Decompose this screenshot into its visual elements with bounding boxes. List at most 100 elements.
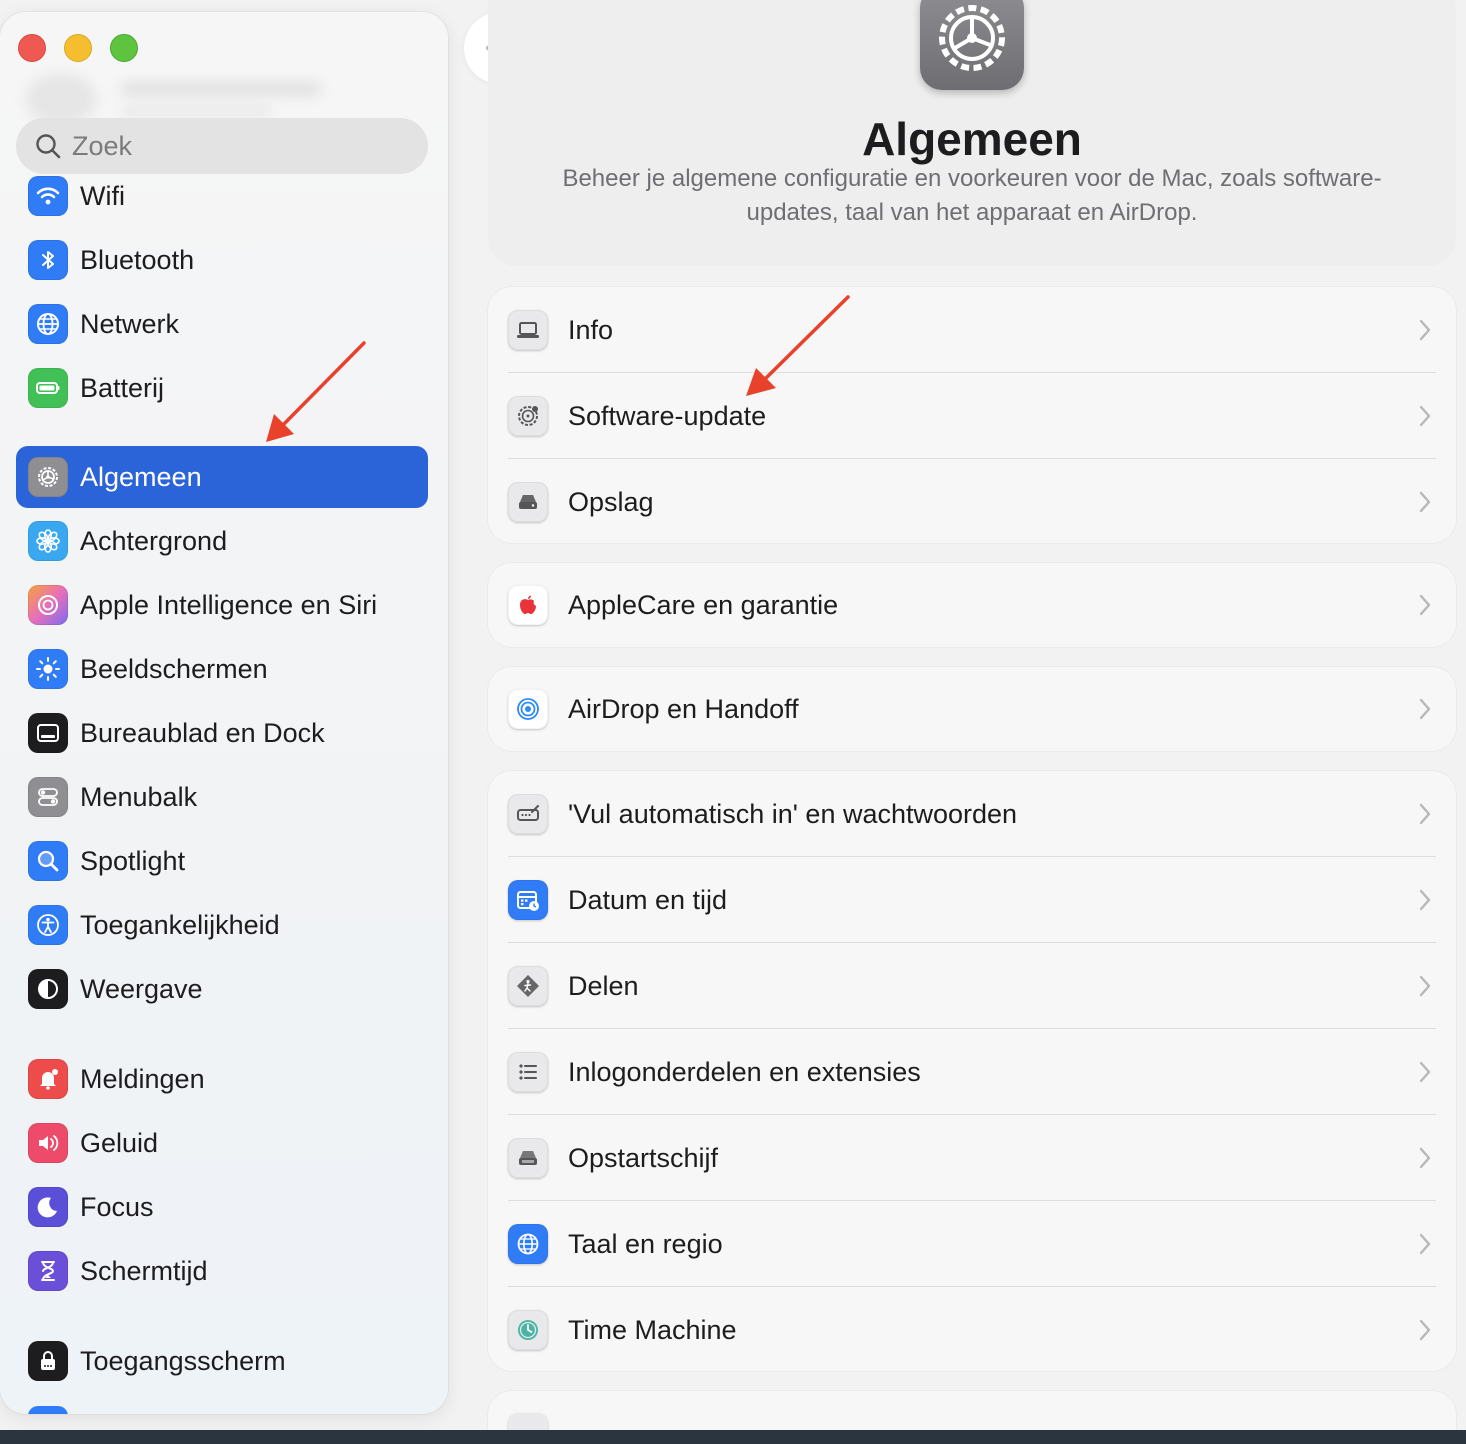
sidebar-item-label: Wifi [80, 180, 125, 211]
sidebar-item-algemeen[interactable]: Algemeen [16, 446, 428, 508]
disk-icon [508, 1138, 548, 1178]
chevron-right-icon [1419, 1147, 1431, 1169]
row-opslag[interactable]: Opslag [488, 459, 1456, 545]
chevron-right-icon [1419, 1319, 1431, 1341]
row-delen[interactable]: Delen [488, 943, 1456, 1029]
sidebar-item-label: Meldingen [80, 1063, 205, 1094]
chevron-right-icon [1419, 975, 1431, 997]
row-label: Delen [568, 970, 639, 1001]
sidebar-item-label: Menubalk [80, 781, 198, 812]
row-taal-regio[interactable]: Taal en regio [488, 1201, 1456, 1287]
sidebar-item-focus[interactable]: Focus [16, 1176, 428, 1238]
magnifier-icon [28, 841, 68, 881]
sidebar-item-label: Toegankelijkheid [80, 909, 280, 940]
page-title: Algemeen [862, 113, 1082, 165]
siri-icon [28, 585, 68, 625]
bluetooth-icon [28, 240, 68, 280]
sidebar-item-label: Algemeen [80, 461, 202, 492]
sidebar-item-label: Schermtijd [80, 1255, 208, 1286]
autofill-icon [508, 794, 548, 834]
minimize-button[interactable] [64, 34, 92, 62]
sidebar-item-bureaublad-dock[interactable]: Bureaublad en Dock [16, 702, 428, 764]
sidebar-item-netwerk[interactable]: Netwerk [16, 293, 428, 355]
row-label: Opslag [568, 486, 654, 517]
sidebar-item-apple-intelligence[interactable]: Apple Intelligence en Siri [16, 574, 428, 636]
row-label: Inlogonderdelen en extensies [568, 1056, 921, 1087]
toggles-icon [28, 777, 68, 817]
globe-icon [28, 304, 68, 344]
sidebar-item-beeldschermen[interactable]: Beeldschermen [16, 638, 428, 700]
sharing-icon [508, 966, 548, 1006]
sidebar-item-label: Bureaublad en Dock [80, 717, 325, 748]
page-description: Beheer je algemene configuratie en voork… [562, 165, 1382, 226]
speaker-icon [28, 1123, 68, 1163]
battery-icon [28, 368, 68, 408]
row-label: Opstartschijf [568, 1142, 719, 1173]
account-blurred[interactable] [26, 74, 326, 124]
row-label: Software-update [568, 400, 767, 431]
search-icon [36, 134, 61, 159]
settings-group-airdrop: AirDrop en Handoff [488, 667, 1456, 751]
sidebar-item-meldingen[interactable]: Meldingen [16, 1048, 428, 1110]
hourglass-icon [28, 1251, 68, 1291]
accessibility-icon [28, 905, 68, 945]
row-inlogonderdelen[interactable]: Inlogonderdelen en extensies [488, 1029, 1456, 1115]
row-opstartschijf[interactable]: Opstartschijf [488, 1115, 1456, 1201]
row-time-machine[interactable]: Time Machine [488, 1287, 1456, 1373]
row-label: Datum en tijd [568, 884, 728, 915]
list-icon [508, 1052, 548, 1092]
sidebar: Zoek Wifi Bluetooth Netwerk Batterij Alg… [0, 12, 448, 1414]
settings-group-system: Info Software-update Opslag [488, 287, 1456, 543]
row-software-update[interactable]: Software-update [488, 373, 1456, 459]
row-applecare[interactable]: AppleCare en garantie [488, 562, 1456, 648]
sidebar-item-toegangsscherm[interactable]: Toegangsscherm [16, 1330, 428, 1392]
sidebar-item-label: Toegangsscherm [80, 1345, 286, 1376]
sidebar-item-wifi[interactable]: Wifi [16, 165, 428, 227]
sidebar-item-achtergrond[interactable]: Achtergrond [16, 510, 428, 572]
desktop-background-strip [0, 1430, 1466, 1444]
row-label: Time Machine [568, 1314, 737, 1345]
globe-icon [508, 1224, 548, 1264]
settings-group-applecare: AppleCare en garantie [488, 563, 1456, 647]
row-label: Info [568, 314, 614, 345]
row-autofill-passwords[interactable]: 'Vul automatisch in' en wachtwoorden [488, 771, 1456, 857]
sidebar-item-weergave[interactable]: Weergave [16, 958, 428, 1020]
row-label: 'Vul automatisch in' en wachtwoorden [568, 798, 1018, 829]
dock-icon [28, 713, 68, 753]
sidebar-item-batterij[interactable]: Batterij [16, 357, 428, 419]
sidebar-item-label: Netwerk [80, 308, 180, 339]
sidebar-item-menubalk[interactable]: Menubalk [16, 766, 428, 828]
lock-icon [28, 1341, 68, 1381]
row-datum-tijd[interactable]: Datum en tijd [488, 857, 1456, 943]
time-machine-icon [508, 1310, 548, 1350]
moon-icon [28, 1187, 68, 1227]
flower-icon [28, 521, 68, 561]
drive-icon [508, 482, 548, 522]
settings-group-more: 'Vul automatisch in' en wachtwoorden Dat… [488, 771, 1456, 1371]
chevron-right-icon [1419, 803, 1431, 825]
sidebar-item-label: Focus [80, 1191, 154, 1222]
row-label: AppleCare en garantie [568, 589, 839, 620]
bell-icon [28, 1059, 68, 1099]
sidebar-item-label: Beeldschermen [80, 653, 268, 684]
close-button[interactable] [18, 34, 46, 62]
gear-icon [28, 457, 68, 497]
row-airdrop-handoff[interactable]: AirDrop en Handoff [488, 666, 1456, 752]
airdrop-icon [508, 689, 548, 729]
sidebar-item-spotlight[interactable]: Spotlight [16, 830, 428, 892]
sidebar-item-label: Spotlight [80, 845, 186, 876]
row-info[interactable]: Info [488, 287, 1456, 373]
wifi-icon [28, 176, 68, 216]
sidebar-next-item-partial[interactable] [28, 1406, 68, 1414]
laptop-icon [508, 310, 548, 350]
sidebar-item-geluid[interactable]: Geluid [16, 1112, 428, 1174]
chevron-right-icon [1419, 1061, 1431, 1083]
zoom-button[interactable] [110, 34, 138, 62]
sidebar-item-schermtijd[interactable]: Schermtijd [16, 1240, 428, 1302]
sidebar-item-bluetooth[interactable]: Bluetooth [16, 229, 428, 291]
sidebar-item-toegankelijkheid[interactable]: Toegankelijkheid [16, 894, 428, 956]
chevron-right-icon [1419, 1233, 1431, 1255]
sidebar-item-label: Bluetooth [80, 244, 195, 275]
row-label: AirDrop en Handoff [568, 693, 799, 724]
chevron-right-icon [1419, 319, 1431, 341]
